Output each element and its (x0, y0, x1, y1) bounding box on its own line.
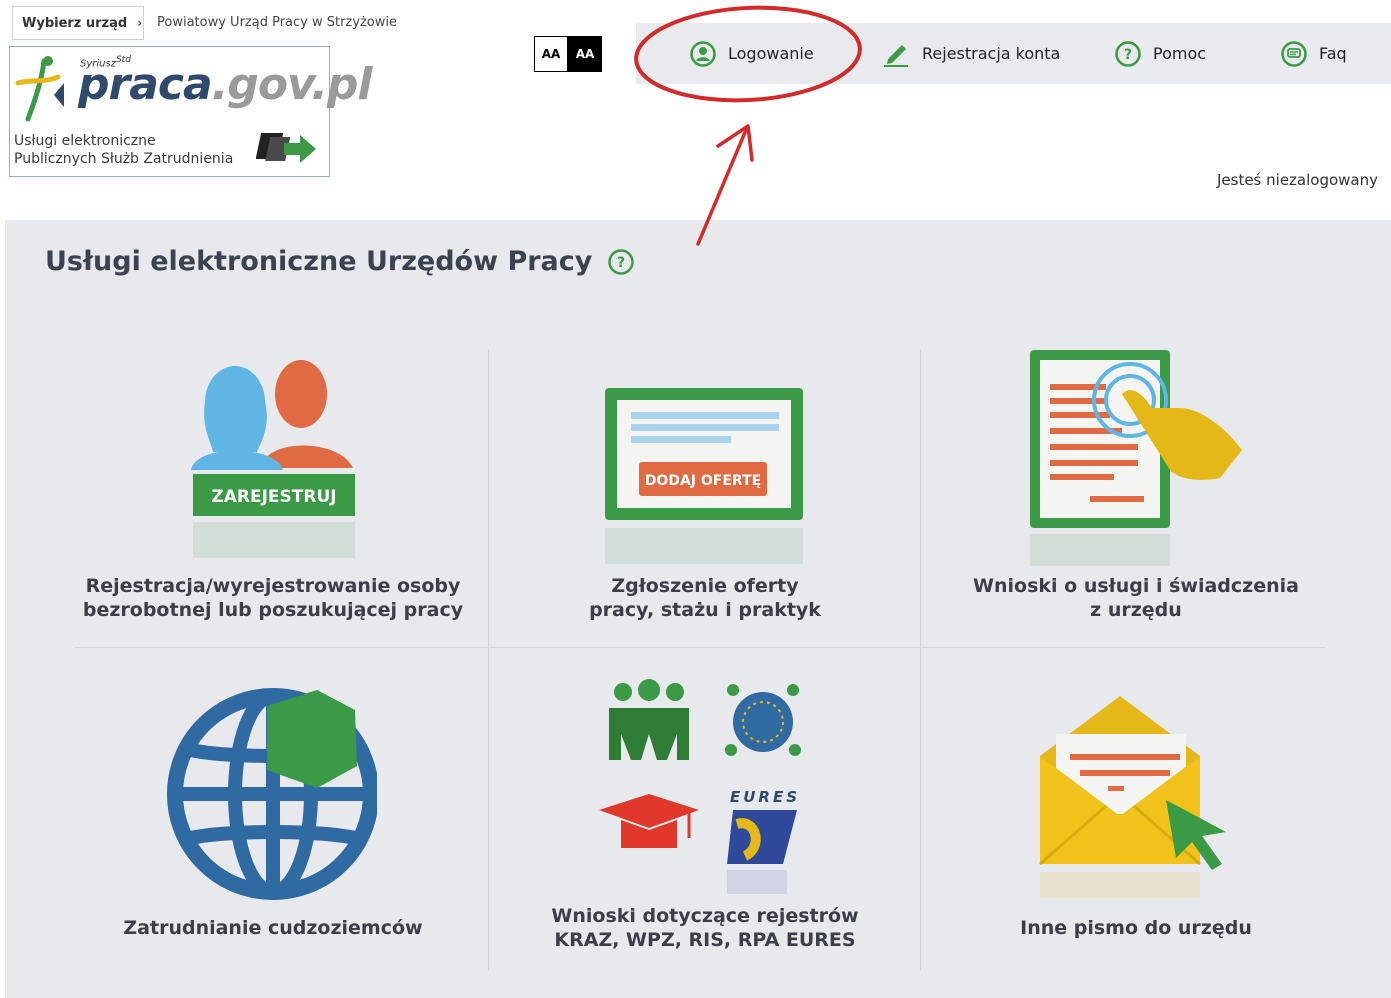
tile-other-letter-label: Inne pismo do urzędu (1020, 917, 1252, 939)
chat-bubble-icon (1281, 40, 1307, 67)
site-logo[interactable]: SyriuszStd praca.gov.pl Usługi elektroni… (9, 46, 372, 177)
login-status: Jesteś niezalogowany (1216, 171, 1378, 189)
tile-foreigners-employment[interactable]: Zatrudnianie cudzoziemców (63, 678, 483, 968)
nav-register-label: Rejestracja konta (922, 44, 1061, 63)
office-select-button[interactable]: Wybierz urząd › (12, 6, 144, 40)
logo-brand: praca.gov.pl (78, 59, 372, 110)
tile-job-offer[interactable]: DODAJ OFERTĘ Zgłoszenie oferty pracy, st… (495, 350, 915, 640)
globe-icon (167, 688, 377, 900)
nav-login-label: Logowanie (728, 44, 814, 63)
tile-registers[interactable]: EURES Wnioski dotyczące rejestrów KRAZ, … (495, 678, 915, 968)
nav-register-link[interactable]: Rejestracja konta (882, 23, 1060, 84)
top-navigation: Logowanie Rejestracja konta ? Pomoc Faq (636, 23, 1391, 84)
user-circle-icon (690, 40, 716, 67)
services-title: Usługi elektroniczne Urzędów Pracy ? (45, 246, 635, 277)
tile-service-applications-label: Wnioski o usługi i świadczenia z urzędu (973, 575, 1299, 621)
font-size-large-button[interactable]: AA (568, 36, 602, 72)
help-icon[interactable]: ? (608, 248, 635, 275)
tile-registers-label: Wnioski dotyczące rejestrów KRAZ, WPZ, R… (551, 905, 859, 951)
pencil-icon (884, 44, 908, 67)
logo-arrows-icon (256, 133, 316, 163)
nav-login-link[interactable]: Logowanie (690, 23, 814, 84)
divider (488, 350, 489, 970)
document-touch-icon (1030, 350, 1242, 566)
nav-help-link[interactable]: ? Pomoc (1115, 23, 1206, 84)
tile-other-letter[interactable]: Inne pismo do urzędu (926, 678, 1346, 968)
svg-text:EURES: EURES (730, 788, 800, 806)
logo-figure-icon (15, 56, 64, 122)
tile-job-offer-label: Zgłoszenie oferty pracy, stażu i praktyk (589, 575, 821, 621)
envelope-icon (1039, 696, 1226, 898)
tile-service-applications[interactable]: Wnioski o usługi i świadczenia z urzędu (926, 350, 1346, 640)
people-register-icon: ZAREJESTRUJ (191, 360, 355, 558)
logo-subtitle: Usługi elektroniczne Publicznych Służb Z… (14, 133, 234, 167)
office-select-label: Wybierz urząd (22, 15, 128, 31)
tile-register-unemployed[interactable]: ZAREJESTRUJ Rejestracja/wyrejestrowanie … (63, 350, 483, 640)
registers-icon: EURES (599, 679, 801, 894)
chevron-right-icon: › (137, 16, 143, 30)
divider (920, 350, 921, 970)
nav-faq-label: Faq (1319, 44, 1347, 63)
font-size-switcher: AA AA (534, 36, 602, 72)
job-offer-icon: DODAJ OFERTĘ (605, 388, 803, 564)
svg-text:ZAREJESTRUJ: ZAREJESTRUJ (211, 487, 336, 507)
svg-text:DODAJ OFERTĘ: DODAJ OFERTĘ (645, 473, 761, 489)
nav-faq-link[interactable]: Faq (1281, 23, 1347, 84)
svg-text:?: ? (1124, 47, 1132, 63)
tile-register-unemployed-label: Rejestracja/wyrejestrowanie osoby bezrob… (82, 575, 464, 621)
services-panel: Usługi elektroniczne Urzędów Pracy ? ZAR… (5, 220, 1391, 998)
nav-help-label: Pomoc (1153, 44, 1207, 63)
tile-foreigners-employment-label: Zatrudnianie cudzoziemców (123, 917, 423, 939)
divider (75, 647, 1325, 648)
font-size-normal-button[interactable]: AA (534, 36, 568, 72)
office-name: Powiatowy Urząd Pracy w Strzyżowie (157, 15, 397, 30)
svg-text:?: ? (617, 255, 625, 271)
question-circle-icon: ? (1115, 40, 1141, 67)
